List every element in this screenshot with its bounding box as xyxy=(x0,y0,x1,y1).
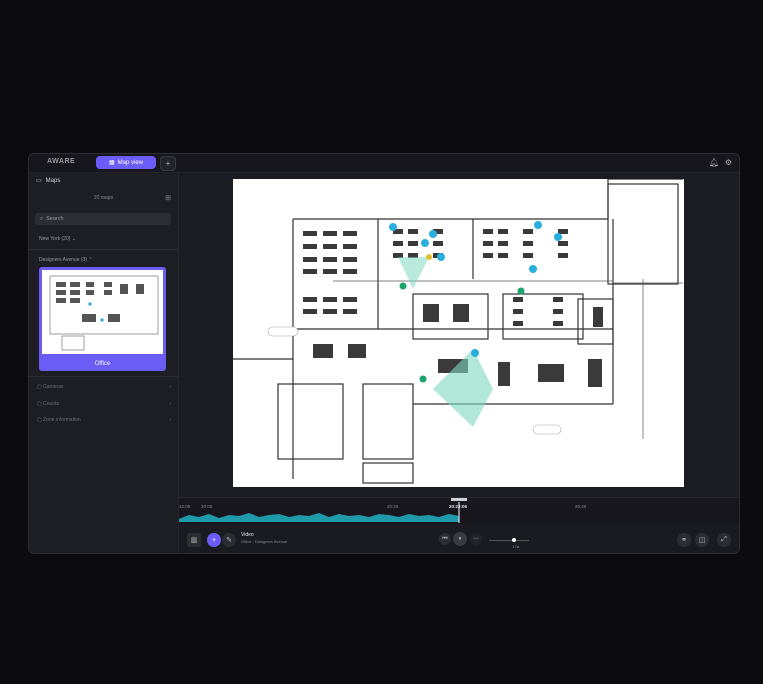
section-cameras[interactable]: ▢ Cameras › xyxy=(37,384,171,390)
section-counts-label: Counts xyxy=(43,401,59,407)
map-count: 20 maps xyxy=(93,195,114,201)
sidebar-title-label: Maps xyxy=(45,177,61,184)
zone-group[interactable]: Designers Avenue (3) ⌃ xyxy=(39,257,93,263)
chevron-icon: › xyxy=(169,401,171,407)
map-icon: ▭ xyxy=(36,178,42,184)
map-icon: ▦ xyxy=(108,160,115,166)
floor-plan[interactable] xyxy=(233,179,684,487)
snapshot-icon[interactable]: ◫ xyxy=(695,533,709,547)
forward-icon[interactable]: ⏭ xyxy=(470,533,482,545)
fullscreen-icon[interactable]: ⤢ xyxy=(717,533,731,547)
speed-slider-handle[interactable] xyxy=(512,538,516,542)
sidebar-title: ▭ Maps xyxy=(36,177,61,185)
settings-icon[interactable]: ⚙ xyxy=(724,158,733,167)
section-counts[interactable]: ▢ Counts › xyxy=(37,401,171,407)
location-label: New York (20) xyxy=(39,236,71,242)
camera-title: Video xyxy=(241,532,254,538)
add-tab-button[interactable]: + xyxy=(160,156,176,171)
add-camera-button[interactable]: + xyxy=(207,533,221,547)
chevron-up-icon: ⌃ xyxy=(88,257,93,263)
map-card-label: Office xyxy=(94,361,111,367)
activity-waveform xyxy=(179,498,467,523)
speed-label: 1.0x xyxy=(512,544,520,549)
chevron-down-icon: ⌄ xyxy=(71,236,76,242)
chevron-icon: › xyxy=(169,417,171,423)
brand-logo: AWARE xyxy=(47,158,76,165)
speed-slider[interactable] xyxy=(489,540,529,541)
sidebar: ▭ Maps 20 maps ⊞ ⌕ Search New York (20) … xyxy=(29,173,179,553)
section-zone-information[interactable]: ▢ Zone information › xyxy=(37,417,171,423)
pause-icon[interactable]: ⏸ xyxy=(453,532,467,546)
floor-plan-drawing xyxy=(233,179,683,484)
map-card-office[interactable]: Office xyxy=(39,267,166,371)
top-bar: AWARE ▦ Map view + 🔔︎ ⚙ xyxy=(29,154,739,173)
zone-label: Designers Avenue (3) xyxy=(39,257,87,263)
divider xyxy=(29,376,178,377)
section-cameras-label: Cameras xyxy=(43,384,64,390)
link-icon[interactable]: ⚭ xyxy=(677,533,691,547)
rewind-icon[interactable]: ⏮ xyxy=(439,533,451,545)
timeline[interactable]: 12:00 20:00 20:20 20:22:06 20:40 xyxy=(179,497,739,524)
playhead-handle xyxy=(451,498,467,501)
camera-subtitle: Office · Designers Avenue xyxy=(241,539,288,544)
search-placeholder: Search xyxy=(46,216,64,222)
tab-map-view[interactable]: ▦ Map view xyxy=(96,156,156,169)
app-window: AWARE ▦ Map view + 🔔︎ ⚙ ▭ Maps 20 maps ⊞… xyxy=(28,153,740,554)
map-canvas[interactable] xyxy=(179,173,739,497)
search-icon: ⌕ xyxy=(40,215,44,222)
section-zone-label: Zone information xyxy=(43,417,81,423)
search-input[interactable]: ⌕ Search xyxy=(35,213,171,225)
layout-icon[interactable]: ▥ xyxy=(187,533,201,547)
chevron-icon: › xyxy=(169,384,171,390)
playback-controls: ▥ + ✎ Video Office · Designers Avenue ⏮ … xyxy=(179,527,739,553)
divider xyxy=(29,249,178,250)
map-thumbnail xyxy=(42,270,163,354)
tab-map-view-label: Map view xyxy=(117,159,143,166)
grid-icon[interactable]: ⊞ xyxy=(165,194,171,202)
bell-icon[interactable]: 🔔︎ xyxy=(709,158,719,167)
location-dropdown[interactable]: New York (20) ⌄ xyxy=(39,236,76,242)
pencil-icon[interactable]: ✎ xyxy=(222,533,236,547)
